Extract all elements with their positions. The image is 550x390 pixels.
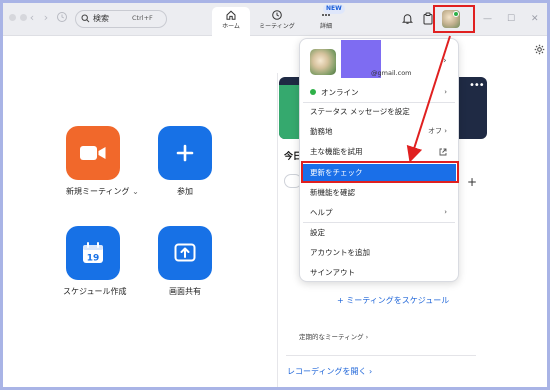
annotation-arrow [406, 35, 451, 163]
zoom-window: ‹ › 検索 Ctrl+F ホーム ミーティング 詳細 NEW — ☐ ✕ 新規… [0, 0, 550, 390]
